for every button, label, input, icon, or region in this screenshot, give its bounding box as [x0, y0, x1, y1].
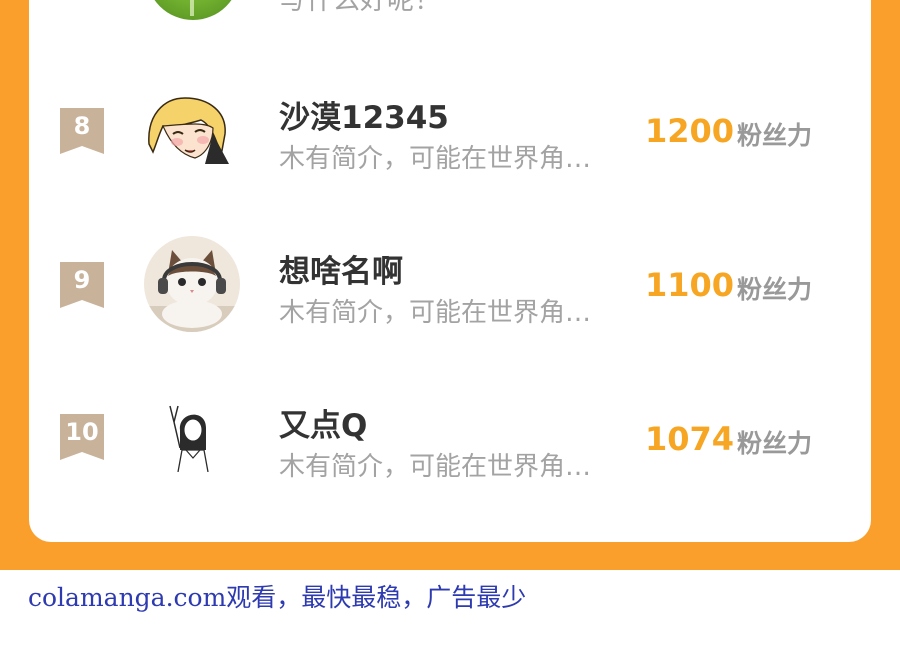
user-description: 木有简介，可能在世界角… [279, 452, 592, 482]
rank-badge: 10 [60, 414, 104, 460]
fan-score: 1100 [645, 266, 735, 304]
user-name[interactable]: 想啥名啊 [279, 246, 403, 291]
user-description: 木有简介，可能在世界角… [279, 144, 592, 174]
fan-score-label: 粉丝力 [737, 429, 813, 458]
rank-badge: 9 [60, 262, 104, 308]
leaf-stem-shape [190, 0, 194, 16]
fan-score: 1074 [645, 420, 735, 458]
user-name[interactable]: 又点Q [279, 400, 367, 445]
cat-with-headphones-avatar[interactable] [144, 236, 240, 332]
rank-number: 10 [65, 418, 99, 446]
fan-score-label: 粉丝力 [737, 275, 813, 304]
rank-number: 8 [73, 112, 91, 140]
sketch-girl-avatar[interactable] [160, 400, 224, 472]
fan-score: 1200 [645, 112, 735, 150]
anime-blonde-girl-avatar[interactable] [143, 94, 235, 166]
user-name[interactable]: 沙漠12345 [279, 92, 449, 137]
watermark-text: colamanga.com观看，最快最稳，广告最少 [28, 583, 527, 612]
rank-badge: 8 [60, 108, 104, 154]
partial-row-description: 写什么好呢！ [279, 0, 441, 16]
rank-number: 9 [73, 266, 91, 294]
user-description: 木有简介，可能在世界角… [279, 298, 592, 328]
fan-score-label: 粉丝力 [737, 121, 813, 150]
